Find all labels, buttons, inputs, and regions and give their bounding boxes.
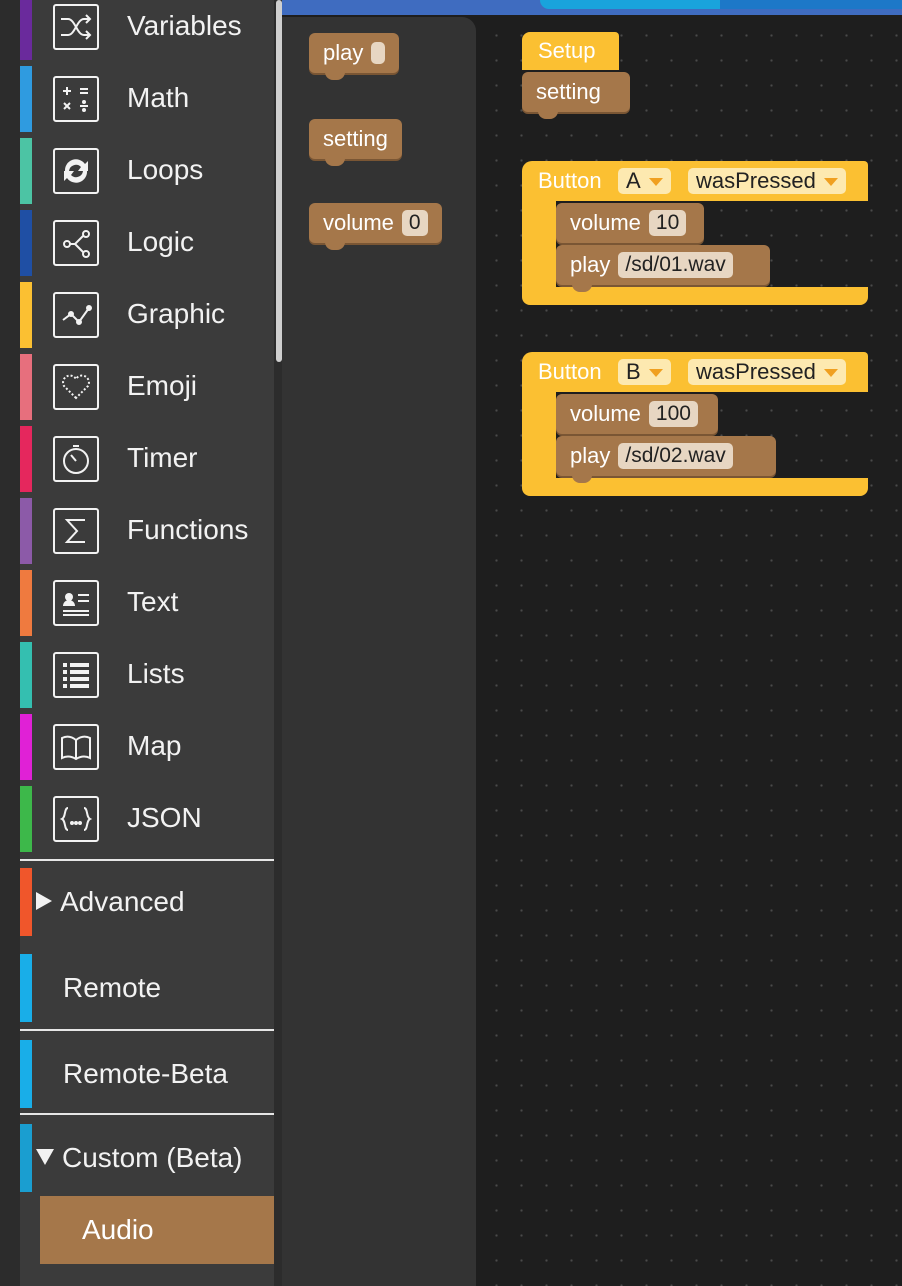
- flyout-play-block[interactable]: play: [309, 33, 400, 80]
- category-remote[interactable]: Remote: [20, 954, 274, 1022]
- button-select-dropdown[interactable]: B: [618, 359, 671, 385]
- category-custom-beta[interactable]: Custom (Beta): [20, 1124, 274, 1192]
- block-label: play: [570, 443, 611, 468]
- block-label: play: [323, 40, 364, 65]
- flyout-volume-block[interactable]: volume 0: [309, 203, 442, 250]
- category-label: Graphic: [127, 298, 226, 329]
- dropdown-arrow-icon: [823, 178, 838, 186]
- category-label: Remote: [63, 972, 162, 1003]
- block-label: Button: [538, 359, 602, 384]
- book-map-icon: [53, 724, 99, 770]
- block-label: Button: [538, 168, 602, 193]
- volume-value-field[interactable]: 10: [648, 210, 687, 236]
- block-label: setting: [536, 79, 601, 104]
- calculator-icon: [53, 76, 99, 122]
- play-file-field[interactable]: /sd/01.wav: [618, 252, 733, 278]
- setup-setting-block[interactable]: setting: [522, 72, 630, 119]
- setup-hat-block[interactable]: Setup: [522, 32, 619, 70]
- category-emoji[interactable]: Emoji: [20, 354, 274, 420]
- dropdown-arrow-icon: [648, 369, 663, 377]
- play-block[interactable]: play/sd/01.wav: [556, 245, 770, 292]
- block-label: play: [570, 252, 611, 277]
- category-label: Lists: [127, 658, 185, 689]
- expand-arrow-icon: [36, 891, 52, 910]
- block-label: volume: [570, 401, 641, 426]
- category-label: Text: [127, 586, 179, 617]
- play-block[interactable]: play/sd/02.wav: [556, 436, 776, 483]
- category-text[interactable]: Text: [20, 570, 274, 636]
- category-label: Emoji: [127, 370, 198, 401]
- category-label: Timer: [127, 442, 198, 473]
- heart-icon: [53, 364, 99, 410]
- volume-block[interactable]: volume 100: [556, 394, 718, 434]
- dropdown-arrow-icon: [648, 178, 663, 186]
- volume-value-field[interactable]: 0: [401, 210, 428, 236]
- category-advanced[interactable]: Advanced: [20, 868, 274, 936]
- graph-line-icon: [53, 292, 99, 338]
- category-logic[interactable]: Logic: [20, 210, 274, 276]
- list-icon: [53, 652, 99, 698]
- loop-arrows-icon: [53, 148, 99, 194]
- category-loops[interactable]: Loops: [20, 138, 274, 204]
- divider: [20, 1029, 274, 1031]
- block-label: setting: [323, 126, 388, 151]
- play-file-field[interactable]: /sd/02.wav: [618, 443, 733, 469]
- category-label: Math: [127, 82, 190, 113]
- volume-value-field[interactable]: 100: [648, 401, 698, 427]
- block-flyout: play setting volume 0: [282, 17, 476, 1286]
- category-timer[interactable]: Timer: [20, 426, 274, 492]
- divider: [20, 1113, 274, 1115]
- flyout-setting-block[interactable]: setting: [309, 119, 402, 166]
- category-json[interactable]: JSON: [20, 786, 274, 852]
- workspace-canvas[interactable]: Setup setting Button A wasPressed volume…: [476, 15, 902, 1286]
- category-math[interactable]: Math: [20, 66, 274, 132]
- category-lists[interactable]: Lists: [20, 642, 274, 708]
- category-label: Map: [127, 730, 182, 761]
- dropdown-value: A: [626, 168, 641, 193]
- category-map[interactable]: Map: [20, 714, 274, 780]
- sigma-icon: [53, 508, 99, 554]
- dropdown-arrow-icon: [823, 369, 838, 377]
- block-label: volume: [323, 210, 394, 235]
- dropdown-value: wasPressed: [696, 168, 816, 193]
- category-label: JSON: [127, 802, 202, 833]
- button-b-event-block[interactable]: Button B wasPressed volume 100 play/sd/02…: [522, 352, 868, 496]
- event-select-dropdown[interactable]: wasPressed: [688, 359, 846, 385]
- toolbox: Variables Math Loops Logic Graphic Emoji…: [20, 0, 274, 1286]
- category-label: Custom (Beta): [62, 1142, 243, 1173]
- collapse-arrow-icon: [36, 1148, 54, 1165]
- branch-icon: [53, 220, 99, 266]
- text-card-icon: [53, 580, 99, 626]
- clock-icon: [53, 436, 99, 482]
- category-functions[interactable]: Functions: [20, 498, 274, 564]
- dropdown-value: wasPressed: [696, 359, 816, 384]
- category-audio-selected[interactable]: Audio: [40, 1196, 274, 1264]
- shuffle-icon: [53, 4, 99, 50]
- category-variables[interactable]: Variables: [20, 0, 274, 60]
- json-braces-icon: [53, 796, 99, 842]
- empty-input-slot[interactable]: [371, 42, 386, 64]
- category-graphic[interactable]: Graphic: [20, 282, 274, 348]
- button-a-event-block[interactable]: Button A wasPressed volume 10 play/sd/01.…: [522, 161, 868, 305]
- volume-block[interactable]: volume 10: [556, 203, 704, 243]
- divider: [20, 859, 274, 861]
- block-label: Setup: [538, 38, 596, 63]
- button-select-dropdown[interactable]: A: [618, 168, 671, 194]
- category-label: Remote-Beta: [63, 1058, 228, 1089]
- category-label: Loops: [127, 154, 204, 185]
- category-label: Advanced: [60, 886, 185, 917]
- category-label: Logic: [127, 226, 194, 257]
- category-label: Functions: [127, 514, 249, 545]
- category-label: Audio: [82, 1214, 154, 1245]
- category-remote-beta[interactable]: Remote-Beta: [20, 1040, 274, 1108]
- block-label: volume: [570, 210, 641, 235]
- dropdown-value: B: [626, 359, 641, 384]
- event-select-dropdown[interactable]: wasPressed: [688, 168, 846, 194]
- category-label: Variables: [127, 10, 242, 41]
